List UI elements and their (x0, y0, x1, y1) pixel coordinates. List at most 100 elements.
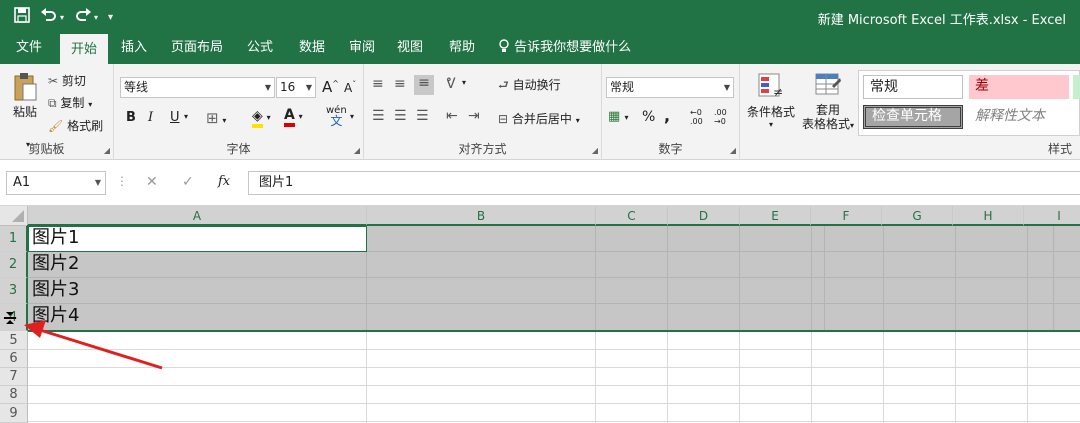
chevron-down-icon: ▾ (222, 116, 227, 125)
font-launcher-icon[interactable]: ◢ (354, 146, 360, 155)
column-header-c[interactable]: C (596, 206, 668, 226)
decrease-decimal-button[interactable]: .00 →0 (714, 108, 727, 126)
tell-me-search[interactable]: 告诉我你想要做什么 (498, 34, 632, 64)
undo-icon[interactable] (40, 7, 58, 27)
tab-insert[interactable]: 插入 (114, 34, 154, 64)
ribbon-tabs: 文件 开始 插入 页面布局 公式 数据 审阅 视图 帮助 告诉我你想要做什么 (0, 34, 1080, 64)
number-format-dropdown[interactable]: 常规 ▼ (606, 77, 734, 98)
customize-qat-icon[interactable]: ▾ (108, 12, 113, 23)
number-format-value: 常规 (610, 80, 635, 94)
paste-label: 粘贴 (12, 105, 37, 119)
undo-dropdown-icon[interactable]: ▾ (60, 13, 64, 22)
name-box[interactable]: A1 ▼ (6, 171, 106, 195)
format-painter-button[interactable]: 🖌 格式刷 (48, 117, 103, 134)
underline-button[interactable]: U (170, 110, 180, 125)
svg-text:≠: ≠ (773, 85, 783, 99)
orientation-dropdown-icon[interactable]: ▾ (462, 78, 466, 87)
conditional-formatting-button[interactable]: ≠ 条件格式 ▾ (744, 72, 798, 129)
increase-decimal-button[interactable]: ←0.00 (690, 108, 703, 126)
wrap-text-button[interactable]: ⮐ 自动换行 (498, 76, 561, 97)
tab-home[interactable]: 开始 (60, 34, 108, 64)
redo-icon[interactable] (74, 7, 92, 27)
clipboard-launcher-icon[interactable]: ◢ (104, 146, 110, 155)
formula-input[interactable]: 图片1 (248, 171, 1080, 195)
font-color-button[interactable]: A ▾ (284, 107, 303, 127)
brush-icon: 🖌 (48, 119, 64, 133)
font-name-dropdown[interactable]: 等线 ▼ (120, 77, 275, 98)
merge-center-button[interactable]: ⊟ 合并后居中 ▾ (498, 110, 580, 127)
orientation-icon[interactable]: ᕓ (446, 76, 456, 92)
copy-dropdown-icon[interactable]: ▾ (88, 100, 92, 109)
fill-color-button[interactable]: ◈ ▾ (252, 108, 271, 128)
style-explanatory[interactable]: 解释性文本 (969, 105, 1075, 129)
number-launcher-icon[interactable]: ◢ (730, 146, 736, 155)
title-bar: ▾ ▾ ▾ 新建 Microsoft Excel 工作表.xlsx - Exce… (0, 0, 1080, 34)
cancel-icon[interactable]: ✕ (146, 174, 158, 190)
borders-button[interactable]: ⊞ ▾ (206, 109, 226, 127)
font-size-dropdown[interactable]: 16 ▼ (276, 77, 316, 98)
tab-view[interactable]: 视图 (390, 34, 430, 64)
chevron-down-icon: ▾ (298, 112, 303, 121)
grow-font-button[interactable]: A^ (322, 78, 339, 96)
style-check-cell[interactable]: 检查单元格 (863, 105, 963, 129)
column-header-i[interactable]: I (1024, 206, 1080, 226)
style-bad[interactable]: 差 (969, 75, 1069, 99)
number-group-label: 数字 (658, 142, 683, 156)
align-center-icon[interactable]: ☰ (394, 108, 407, 124)
comma-style-button[interactable]: , (664, 106, 670, 125)
column-header-f[interactable]: F (811, 206, 882, 226)
increase-indent-icon[interactable]: ⇥ (468, 108, 480, 124)
cut-button[interactable]: ✂ 剪切 (48, 72, 86, 89)
top-align-icon[interactable]: ≡ (372, 76, 384, 92)
chevron-down-icon: ▼ (305, 83, 312, 92)
column-header-e[interactable]: E (740, 206, 811, 226)
bottom-align-icon[interactable]: ≡ (414, 75, 434, 95)
middle-align-icon[interactable]: ≡ (394, 76, 406, 92)
column-header-h[interactable]: H (953, 206, 1024, 226)
tab-formulas[interactable]: 公式 (240, 34, 280, 64)
increase-decimal-icon: ←0.00 (690, 108, 703, 126)
tab-file[interactable]: 文件 (6, 34, 52, 64)
phonetic-dropdown-icon[interactable]: ▾ (350, 112, 354, 121)
tab-help[interactable]: 帮助 (442, 34, 482, 64)
copy-button[interactable]: ⧉ 复制 ▾ (48, 94, 92, 111)
style-normal[interactable]: 常规 (863, 75, 963, 99)
table-format-label-2: 表格格式 (801, 117, 850, 131)
align-right-icon[interactable]: ☰ (416, 108, 429, 124)
insert-function-icon[interactable]: fx (218, 174, 230, 189)
enter-icon[interactable]: ✓ (182, 174, 194, 190)
window-title: 新建 Microsoft Excel 工作表.xlsx - Excel (817, 13, 1066, 28)
tab-page-layout[interactable]: 页面布局 (164, 34, 230, 64)
chevron-down-icon: ▼ (264, 83, 271, 92)
save-icon[interactable] (14, 7, 30, 27)
format-painter-label: 格式刷 (67, 119, 104, 133)
percent-button[interactable]: % (642, 109, 655, 125)
italic-button[interactable]: I (148, 110, 153, 125)
phonetic-button[interactable]: wén 文 (326, 106, 347, 128)
tell-me-text: 告诉我你想要做什么 (514, 40, 632, 55)
decrease-indent-icon[interactable]: ⇤ (446, 108, 458, 124)
paste-button[interactable]: 粘贴 (8, 72, 42, 126)
copy-icon: ⧉ (48, 96, 57, 110)
formula-bar: A1 ▼ ⋮ ✕ ✓ fx 图片1 (0, 160, 1080, 206)
chevron-down-icon: ▾ (768, 120, 773, 129)
tab-review[interactable]: 审阅 (342, 34, 382, 64)
scissors-icon: ✂ (48, 74, 59, 88)
tab-data[interactable]: 数据 (292, 34, 332, 64)
underline-dropdown-icon[interactable]: ▾ (184, 112, 188, 121)
accounting-format-button[interactable]: ▦ ▾ (608, 109, 628, 124)
column-header-d[interactable]: D (668, 206, 740, 226)
paste-icon (14, 73, 37, 101)
column-header-g[interactable]: G (882, 206, 953, 226)
column-header-b[interactable]: B (367, 206, 596, 226)
style-good[interactable] (1073, 75, 1080, 99)
alignment-group: ≡ ≡ ≡ ᕓ ▾ ⮐ 自动换行 ☰ ☰ ☰ ⇤ ⇥ ⊟ 合并后居中 ▾ 对齐方… (364, 64, 602, 160)
shrink-font-button[interactable]: Aˇ (344, 80, 356, 95)
align-left-icon[interactable]: ☰ (372, 108, 385, 124)
format-as-table-button[interactable]: 套用 表格格式▾ (798, 72, 858, 133)
alignment-launcher-icon[interactable]: ◢ (592, 146, 598, 155)
bold-button[interactable]: B (126, 110, 136, 125)
more-options-icon: ⋮ (116, 174, 128, 188)
conditional-format-icon: ≠ (758, 73, 783, 99)
redo-dropdown-icon[interactable]: ▾ (94, 13, 98, 22)
